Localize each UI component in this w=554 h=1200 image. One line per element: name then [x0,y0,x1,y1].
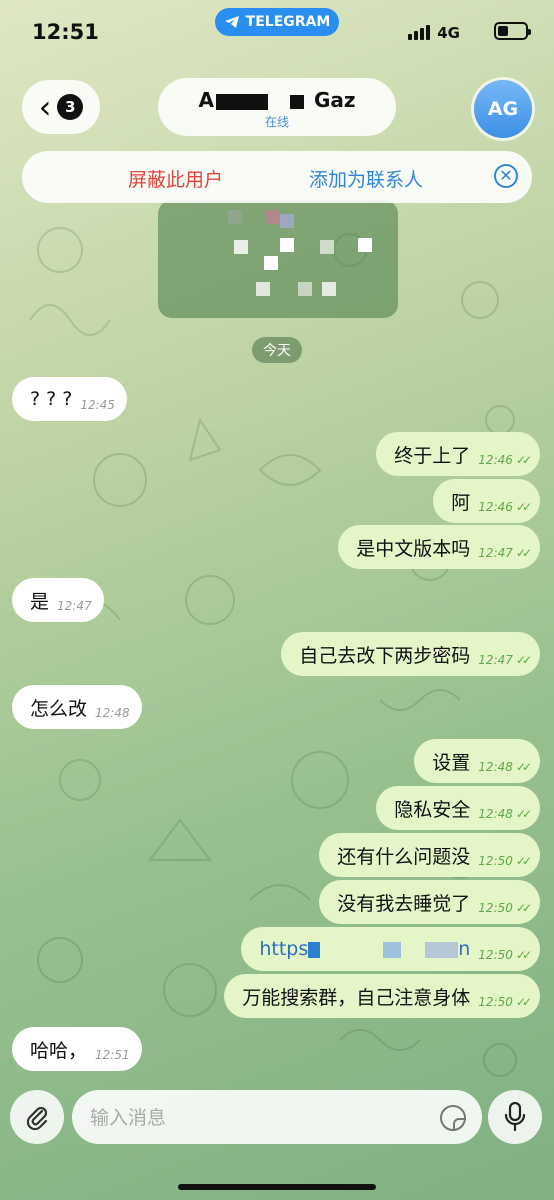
status-bar: 12:51 TELEGRAM 4G [0,0,554,64]
message-outgoing[interactable]: 万能搜索群，自己注意身体 12:50 ✓✓ [224,974,540,1018]
message-text: 是 [30,590,50,613]
message-time: 12:47 [478,546,513,560]
contact-name-start: A [198,88,214,112]
double-check-icon: ✓✓ [515,854,532,868]
message-time: 12:48 [478,760,513,774]
home-indicator [178,1184,376,1190]
message-input[interactable] [88,1090,422,1146]
telegram-pill[interactable]: TELEGRAM [215,8,339,36]
message-time: 12:48 [95,706,130,720]
message-text: 没有我去睡觉了 [337,892,471,915]
link-end: n [458,938,471,960]
link-start: https [259,938,309,960]
attach-button[interactable] [10,1090,64,1144]
telegram-plane-icon [224,16,239,28]
double-check-icon: ✓✓ [515,453,532,467]
message-text: 万能搜索群，自己注意身体 [242,986,471,1009]
contact-status: 在线 [264,115,289,129]
network-type: 4G [437,24,460,42]
message-time: 12:50 [478,948,513,962]
close-icon[interactable]: ✕ [494,164,518,188]
message-time: 12:45 [80,398,115,412]
message-time: 12:47 [478,653,513,667]
chevron-left-icon: ‹ [38,88,52,126]
message-text: 是中文版本吗 [356,537,471,560]
double-check-icon: ✓✓ [515,546,532,560]
signal-icon [408,25,430,40]
message-text: 怎么改 [30,697,88,720]
double-check-icon: ✓✓ [515,653,532,667]
message-outgoing[interactable]: 设置 12:48 ✓✓ [414,739,540,783]
double-check-icon: ✓✓ [515,948,532,962]
message-text: 终于上了 [394,444,471,467]
unknown-contact-action-bar: 屏蔽此用户 添加为联系人 ✕ [22,151,532,203]
message-time: 12:50 [478,901,513,915]
message-text: 隐私安全 [394,798,471,821]
block-user-button[interactable]: 屏蔽此用户 [128,165,223,192]
double-check-icon: ✓✓ [515,807,532,821]
double-check-icon: ✓✓ [515,995,532,1009]
message-outgoing-link[interactable]: https n 12:50 ✓✓ [241,927,540,971]
link-redaction [308,941,459,958]
message-link[interactable]: https n [259,938,470,960]
microphone-icon [504,1102,526,1132]
message-outgoing[interactable]: 没有我去睡觉了 12:50 ✓✓ [319,880,540,924]
double-check-icon: ✓✓ [515,901,532,915]
message-outgoing[interactable]: 是中文版本吗 12:47 ✓✓ [338,525,540,569]
message-incoming[interactable]: 哈哈， 12:51 [12,1027,142,1071]
message-outgoing[interactable]: 隐私安全 12:48 ✓✓ [376,786,540,830]
redaction-block [215,93,268,110]
double-check-icon: ✓✓ [515,500,532,514]
telegram-pill-label: TELEGRAM [245,14,331,30]
contact-name: A Gaz [158,88,396,112]
message-time: 12:48 [478,807,513,821]
redaction-block [289,94,304,109]
message-text: 还有什么问题没 [337,845,471,868]
mic-button[interactable] [488,1090,542,1144]
message-time: 12:50 [478,854,513,868]
message-time: 12:50 [478,995,513,1009]
paperclip-icon [26,1106,48,1131]
message-incoming[interactable]: 是 12:47 [12,578,104,622]
message-outgoing[interactable]: 终于上了 12:46 ✓✓ [376,432,540,476]
date-divider: 今天 [252,337,302,363]
sticker-icon[interactable] [440,1105,466,1131]
add-contact-button[interactable]: 添加为联系人 [309,165,423,192]
battery-icon [494,22,531,40]
message-time: 12:46 [478,453,513,467]
message-text: 哈哈， [30,1039,88,1062]
message-outgoing[interactable]: 自己去改下两步密码 12:47 ✓✓ [281,632,540,676]
message-time: 12:51 [95,1048,130,1062]
message-incoming[interactable]: ? ? ? 12:45 [12,377,127,421]
message-time: 12:46 [478,500,513,514]
message-outgoing[interactable]: 阿 12:46 ✓✓ [433,479,540,523]
contact-name-end: Gaz [313,88,356,112]
chat-title[interactable]: A Gaz 在线 [158,78,396,136]
avatar[interactable]: AG [474,80,532,138]
message-text: ? ? ? [30,388,73,410]
message-incoming[interactable]: 怎么改 12:48 [12,685,142,729]
message-text: 阿 [451,491,471,514]
message-text: 自己去改下两步密码 [299,644,471,667]
pinned-preview-blurred [158,200,398,318]
message-outgoing[interactable]: 还有什么问题没 12:50 ✓✓ [319,833,540,877]
message-time: 12:47 [57,599,92,613]
message-input-container [72,1090,482,1146]
message-text: 设置 [432,751,471,774]
double-check-icon: ✓✓ [515,760,532,774]
unread-badge: 3 [57,94,84,120]
back-button[interactable]: ‹ 3 [22,80,100,134]
status-time: 12:51 [32,20,99,44]
